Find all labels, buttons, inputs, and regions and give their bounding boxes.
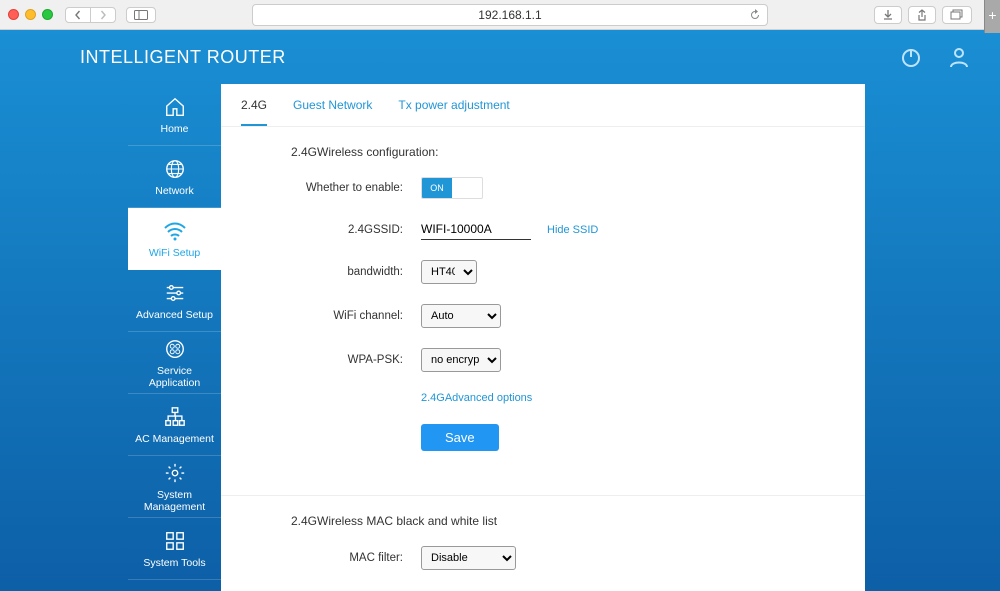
row-save: Save — [291, 424, 795, 451]
advanced-options-link[interactable]: 2.4GAdvanced options — [421, 392, 532, 404]
channel-select[interactable]: Auto — [421, 304, 501, 328]
user-icon[interactable] — [946, 44, 972, 70]
tabs: 2.4G Guest Network Tx power adjustment — [221, 84, 865, 127]
sidebar-item-network[interactable]: Network — [128, 146, 221, 208]
globe-icon — [164, 157, 186, 181]
wireless-config-section: 2.4GWireless configuration: Whether to e… — [221, 127, 865, 487]
forward-button[interactable] — [90, 8, 115, 22]
mac-section: 2.4GWireless MAC black and white list MA… — [221, 496, 865, 591]
toggle-off — [452, 178, 482, 198]
channel-label: WiFi channel: — [291, 310, 421, 322]
save-button[interactable]: Save — [421, 424, 499, 451]
chrome-right-buttons — [874, 6, 972, 24]
sidebar-item-label: System Management — [132, 489, 217, 513]
home-icon — [164, 95, 186, 119]
sliders-icon — [164, 281, 186, 305]
minimize-window-button[interactable] — [25, 9, 36, 20]
bandwidth-label: bandwidth: — [291, 266, 421, 278]
hide-ssid-link[interactable]: Hide SSID — [547, 224, 598, 236]
close-window-button[interactable] — [8, 9, 19, 20]
sidebar-item-system[interactable]: System Management — [128, 456, 221, 518]
back-button[interactable] — [66, 8, 90, 22]
section-title: 2.4GWireless configuration: — [291, 145, 795, 159]
gear-icon — [164, 461, 186, 485]
maximize-window-button[interactable] — [42, 9, 53, 20]
enable-label: Whether to enable: — [291, 182, 421, 194]
wifi-icon — [163, 219, 187, 243]
hierarchy-icon — [164, 405, 186, 429]
row-wpa: WPA-PSK: no encryption — [291, 348, 795, 372]
url-text: 192.168.1.1 — [478, 8, 541, 22]
sidebar-item-label: System Tools — [143, 557, 205, 569]
toggle-on: ON — [422, 178, 452, 198]
ssid-input[interactable] — [421, 219, 531, 240]
tab-24g[interactable]: 2.4G — [241, 98, 267, 126]
sidebar-item-tools[interactable]: System Tools — [128, 518, 221, 580]
sidebar-item-label: Network — [155, 185, 194, 197]
downloads-button[interactable] — [874, 6, 902, 24]
sidebar-item-wifi[interactable]: WiFi Setup — [128, 208, 221, 270]
sidebar-item-label: Service Application — [132, 365, 217, 389]
sidebar-item-home[interactable]: Home — [128, 84, 221, 146]
tabs-button[interactable] — [942, 6, 972, 24]
shell: Home Network WiFi Setup Advanced Setup — [128, 84, 1000, 591]
main-panel: 2.4G Guest Network Tx power adjustment 2… — [221, 84, 865, 591]
refresh-icon[interactable] — [749, 9, 761, 21]
mac-filter-select[interactable]: Disable — [421, 546, 516, 570]
sidebar-item-label: Advanced Setup — [136, 309, 213, 321]
wpa-select[interactable]: no encryption — [421, 348, 501, 372]
tab-guest[interactable]: Guest Network — [293, 98, 372, 126]
tools-icon — [164, 529, 186, 553]
nav-buttons — [65, 7, 116, 23]
sidebar-item-label: WiFi Setup — [149, 247, 200, 259]
enable-toggle[interactable]: ON — [421, 177, 483, 199]
share-button[interactable] — [908, 6, 936, 24]
tab-txpower[interactable]: Tx power adjustment — [398, 98, 509, 126]
sidebar-item-advanced[interactable]: Advanced Setup — [128, 270, 221, 332]
row-bandwidth: bandwidth: HT40 — [291, 260, 795, 284]
power-icon[interactable] — [898, 44, 924, 70]
viewport: INTELLIGENT ROUTER Home Network — [0, 30, 1000, 591]
browser-chrome: 192.168.1.1 + — [0, 0, 1000, 30]
ssid-label: 2.4GSSID: — [291, 224, 421, 236]
banner: INTELLIGENT ROUTER — [0, 30, 1000, 84]
row-channel: WiFi channel: Auto — [291, 304, 795, 328]
sidebar-item-label: Home — [160, 123, 188, 135]
wpa-label: WPA-PSK: — [291, 354, 421, 366]
window-controls — [8, 9, 53, 20]
sidebar-item-label: AC Management — [135, 433, 214, 445]
brand-title: INTELLIGENT ROUTER — [80, 47, 286, 68]
banner-right — [898, 44, 972, 70]
url-bar[interactable]: 192.168.1.1 — [252, 4, 768, 26]
sidebar-toggle-button[interactable] — [126, 7, 156, 23]
row-advanced: 2.4GAdvanced options — [291, 392, 795, 404]
mac-section-title: 2.4GWireless MAC black and white list — [291, 514, 795, 528]
row-enable: Whether to enable: ON — [291, 177, 795, 199]
bandwidth-select[interactable]: HT40 — [421, 260, 477, 284]
sidebar: Home Network WiFi Setup Advanced Setup — [128, 84, 221, 591]
row-ssid: 2.4GSSID: Hide SSID — [291, 219, 795, 240]
mac-filter-label: MAC filter: — [291, 552, 421, 564]
apps-icon — [164, 337, 186, 361]
row-mac-filter: MAC filter: Disable — [291, 546, 795, 570]
sidebar-item-ac[interactable]: AC Management — [128, 394, 221, 456]
sidebar-item-service[interactable]: Service Application — [128, 332, 221, 394]
new-tab-button[interactable]: + — [984, 0, 1000, 33]
